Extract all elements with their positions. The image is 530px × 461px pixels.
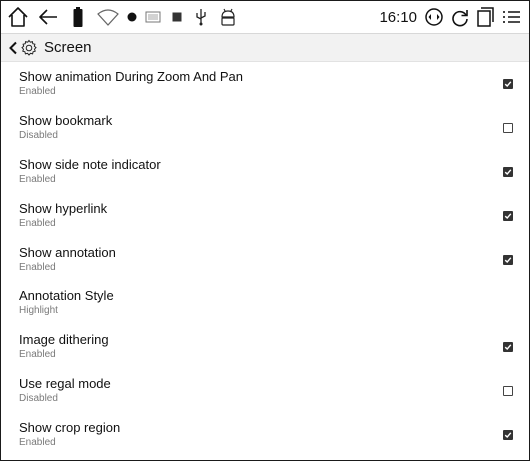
back-arrow-icon[interactable] bbox=[35, 4, 61, 30]
setting-status: Disabled bbox=[19, 393, 58, 405]
setting-label: Show annotation bbox=[19, 244, 116, 260]
usb-icon bbox=[191, 4, 211, 30]
setting-label: Image dithering bbox=[19, 332, 109, 348]
battery-icon bbox=[65, 4, 91, 30]
wifi-off-icon[interactable] bbox=[95, 4, 121, 30]
setting-text: Annotation Style Highlight bbox=[19, 288, 114, 318]
setting-label: Show crop region bbox=[19, 420, 121, 436]
clock: 16:10 bbox=[379, 8, 417, 26]
setting-checkbox[interactable] bbox=[503, 430, 513, 441]
back-chevron-icon[interactable] bbox=[7, 39, 19, 57]
device-screen: 16:10 Screen Show animation During Zoom … bbox=[0, 0, 530, 461]
dot-icon bbox=[125, 4, 139, 30]
setting-text: Show crop region Enabled bbox=[19, 420, 120, 450]
setting-label: Show hyperlink bbox=[19, 200, 108, 216]
setting-checkbox[interactable] bbox=[503, 210, 513, 221]
gear-icon bbox=[19, 38, 39, 58]
setting-status: Enabled bbox=[19, 217, 56, 229]
setting-status: Enabled bbox=[19, 173, 56, 185]
setting-label: Use regal mode bbox=[19, 376, 111, 392]
rotate-screen-icon[interactable] bbox=[423, 4, 445, 30]
setting-label: Show bookmark bbox=[19, 112, 113, 128]
setting-checkbox[interactable] bbox=[503, 166, 513, 177]
setting-checkbox[interactable] bbox=[503, 78, 513, 89]
setting-text: Use regal mode Disabled bbox=[19, 376, 111, 406]
setting-status: Enabled bbox=[19, 85, 56, 97]
setting-row[interactable]: Show hyperlink Enabled bbox=[1, 194, 529, 238]
setting-row[interactable]: Annotation Style Highlight bbox=[1, 281, 529, 325]
setting-text: Show side note indicator Enabled bbox=[19, 157, 161, 187]
setting-checkbox[interactable] bbox=[503, 122, 513, 133]
setting-row[interactable]: Show crop region Enabled bbox=[1, 413, 529, 457]
setting-row[interactable]: Use regal mode Disabled bbox=[1, 369, 529, 413]
setting-status: Enabled bbox=[19, 437, 56, 449]
android-icon bbox=[215, 4, 241, 30]
stop-square-icon[interactable] bbox=[167, 4, 187, 30]
setting-label: Show side note indicator bbox=[19, 156, 161, 172]
home-icon[interactable] bbox=[5, 4, 31, 30]
page-header: Screen bbox=[1, 34, 529, 62]
setting-status: Highlight bbox=[19, 305, 58, 317]
setting-row[interactable]: Show side note indicator Enabled bbox=[1, 150, 529, 194]
setting-row[interactable]: Show annotation Enabled bbox=[1, 238, 529, 282]
refresh-icon[interactable] bbox=[449, 4, 471, 30]
setting-status: Enabled bbox=[19, 261, 56, 273]
setting-row[interactable]: Show animation During Zoom And Pan Enable… bbox=[1, 62, 529, 106]
setting-checkbox[interactable] bbox=[503, 342, 513, 353]
setting-row[interactable]: Show bookmark Disabled bbox=[1, 106, 529, 150]
multitask-icon[interactable] bbox=[475, 4, 497, 30]
setting-text: Show bookmark Disabled bbox=[19, 113, 112, 143]
setting-checkbox[interactable] bbox=[503, 254, 513, 265]
setting-text: Show annotation Enabled bbox=[19, 245, 116, 275]
keyboard-icon[interactable] bbox=[143, 4, 163, 30]
status-bar: 16:10 bbox=[1, 1, 529, 34]
page-title: Screen bbox=[44, 39, 92, 56]
setting-row[interactable]: Image dithering Enabled bbox=[1, 325, 529, 369]
setting-text: Image dithering Enabled bbox=[19, 332, 109, 362]
setting-status: Enabled bbox=[19, 349, 56, 361]
setting-label: Annotation Style bbox=[19, 288, 114, 304]
menu-list-icon[interactable] bbox=[501, 4, 523, 30]
status-bar-left bbox=[5, 4, 241, 30]
setting-text: Show animation During Zoom And Pan Enable… bbox=[19, 69, 243, 99]
status-bar-right: 16:10 bbox=[379, 4, 523, 30]
setting-status: Disabled bbox=[19, 129, 58, 141]
setting-text: Show hyperlink Enabled bbox=[19, 201, 107, 231]
setting-checkbox[interactable] bbox=[503, 386, 513, 397]
setting-label: Show animation During Zoom And Pan bbox=[19, 68, 244, 84]
settings-list: Show animation During Zoom And Pan Enable… bbox=[1, 62, 529, 457]
